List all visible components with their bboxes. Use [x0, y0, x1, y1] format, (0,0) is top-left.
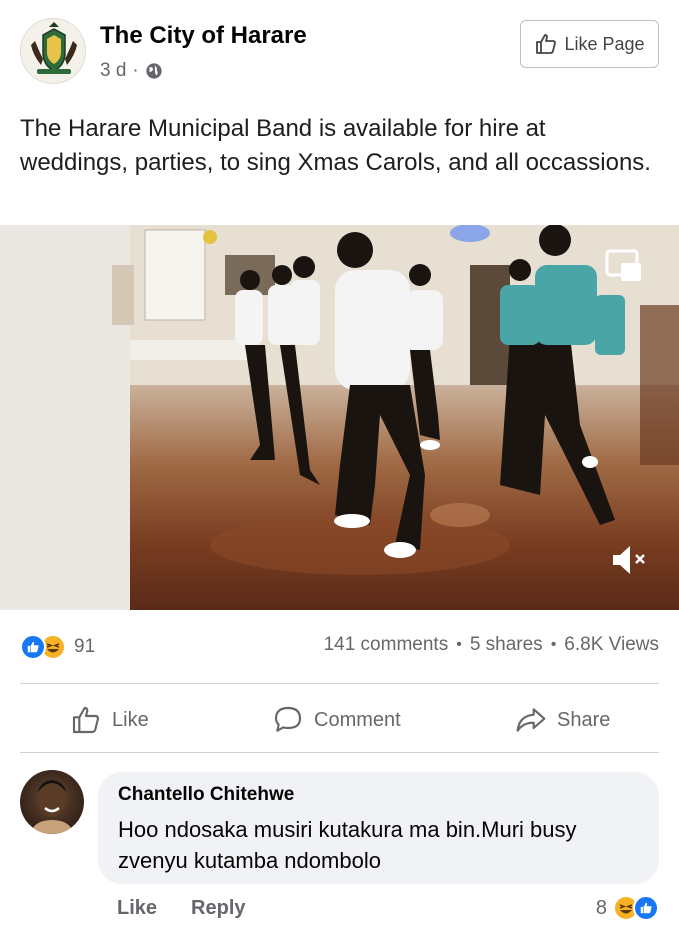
globe-icon: [146, 63, 162, 79]
share-button[interactable]: Share: [515, 700, 610, 740]
muted-speaker-icon[interactable]: [610, 543, 650, 577]
like-button[interactable]: Like: [70, 700, 149, 740]
share-label: Share: [557, 708, 611, 731]
comment-reply-link[interactable]: Reply: [191, 897, 245, 920]
like-label: Like: [112, 708, 149, 731]
comment-label: Comment: [314, 708, 401, 731]
reaction-summary[interactable]: 91: [20, 634, 95, 660]
comment-reaction-count: 8: [595, 896, 607, 919]
view-count: 6.8K Views: [564, 634, 659, 655]
thumbs-up-icon: [536, 34, 557, 54]
commenter-avatar[interactable]: [20, 770, 84, 834]
comment-count[interactable]: 141 comments: [324, 634, 449, 656]
meta-separator: ·: [132, 60, 139, 81]
picture-in-picture-icon[interactable]: [605, 248, 643, 284]
divider: [20, 683, 659, 684]
share-count[interactable]: 5 shares: [470, 634, 543, 656]
page-avatar[interactable]: [20, 18, 86, 84]
like-page-label: Like Page: [564, 33, 645, 54]
video-frame: [0, 225, 679, 610]
comment-text: Hoo ndosaka musiri kutakura ma bin.Muri …: [118, 817, 577, 873]
stats-separator: •: [456, 636, 462, 653]
commenter-name[interactable]: Chantello Chitehwe: [118, 784, 639, 806]
thumbs-up-icon: [72, 706, 100, 734]
post-text: The Harare Municipal Band is available f…: [20, 115, 651, 176]
comment-reaction-summary[interactable]: 8: [596, 895, 659, 921]
comment-bubble-icon: [274, 706, 302, 732]
page-name[interactable]: The City of Harare: [100, 22, 307, 50]
stats-separator: •: [550, 636, 557, 653]
share-arrow-icon: [516, 708, 546, 732]
like-reaction-icon: [633, 895, 659, 921]
reaction-count: 91: [74, 636, 96, 657]
post-stats: 141 comments • 5 shares • 6.8K Views: [324, 634, 659, 656]
comment-button[interactable]: Comment: [272, 700, 401, 740]
like-page-button[interactable]: Like Page: [520, 20, 659, 68]
video-player[interactable]: [0, 225, 679, 610]
divider: [20, 752, 659, 753]
post-age[interactable]: 3 d: [100, 60, 126, 82]
comment-bubble: Chantello Chitehwe Hoo ndosaka musiri ku…: [98, 772, 659, 884]
like-reaction-icon: [20, 634, 46, 660]
comment-actions: Like Reply: [117, 897, 246, 920]
comment-like-link[interactable]: Like: [117, 897, 157, 920]
post-meta: 3 d ·: [100, 60, 163, 82]
